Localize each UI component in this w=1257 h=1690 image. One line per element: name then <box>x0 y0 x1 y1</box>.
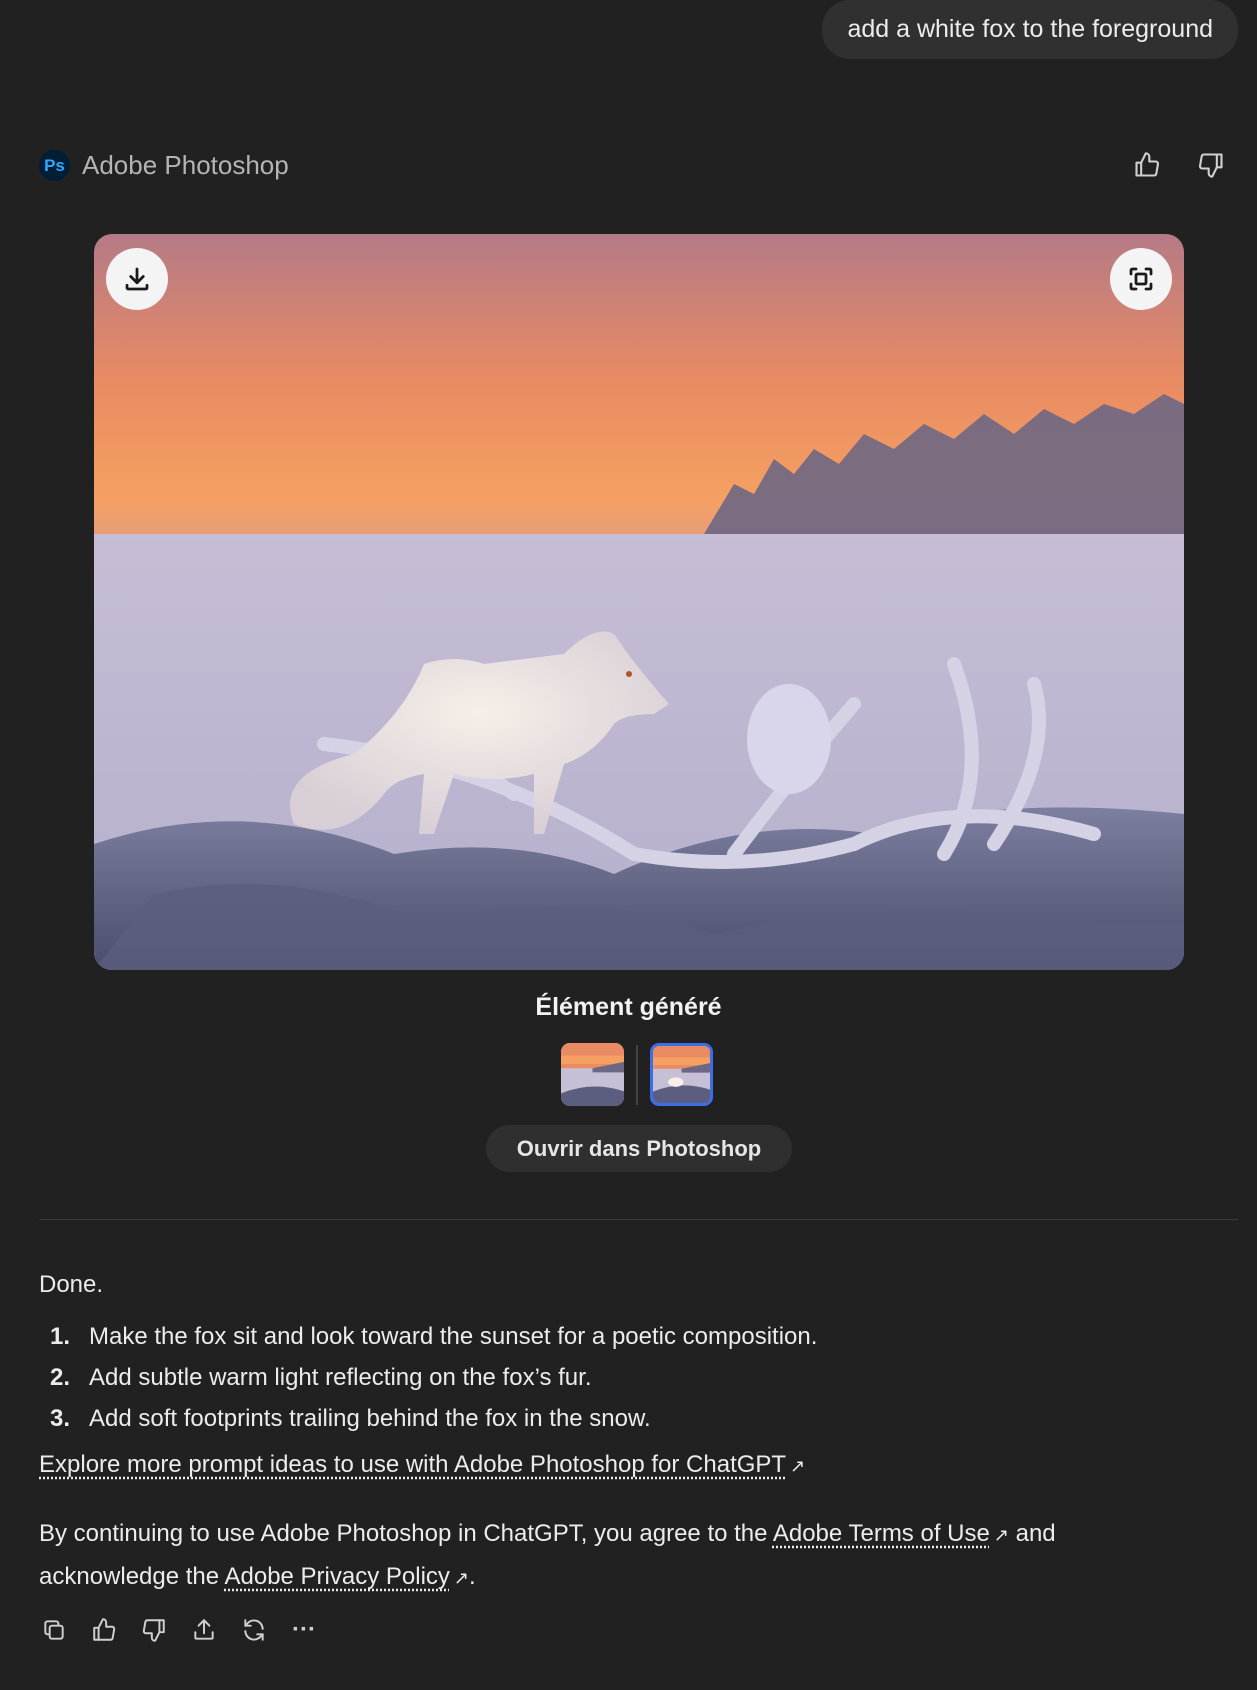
external-link-icon: ↗ <box>790 1456 806 1476</box>
fox-sunset-image <box>94 234 1184 970</box>
terms-of-use-link[interactable]: Adobe Terms of Use <box>773 1520 990 1547</box>
photoshop-logo-icon: Ps <box>39 150 70 181</box>
external-link-icon: ↗ <box>993 1525 1009 1545</box>
explore-prompts-link[interactable]: Explore more prompt ideas to use with Ad… <box>39 1451 786 1478</box>
thumbnail-original[interactable] <box>561 1043 624 1106</box>
chat-page: add a white fox to the foreground Ps Ado… <box>0 0 1257 1690</box>
copy-icon[interactable] <box>36 1612 72 1648</box>
thumbnail-divider <box>636 1044 638 1105</box>
list-item: 1. Make the fox sit and look toward the … <box>50 1322 818 1350</box>
generated-image[interactable] <box>94 234 1184 970</box>
list-item: 3. Add soft footprints trailing behind t… <box>50 1404 651 1432</box>
response-intro: Done. <box>39 1271 104 1298</box>
list-item: 2. Add subtle warm light reflecting on t… <box>50 1363 592 1391</box>
legal-notice: By continuing to use Adobe Photoshop in … <box>39 1520 1056 1590</box>
user-message-text: add a white fox to the foreground <box>847 15 1213 43</box>
more-icon[interactable]: ··· <box>286 1612 322 1648</box>
thumbnail-strip <box>561 1043 713 1106</box>
message-action-bar: ··· <box>36 1612 322 1648</box>
thumbs-down-icon[interactable] <box>1193 147 1229 183</box>
app-feedback <box>1129 147 1229 183</box>
thumbnail-generated[interactable] <box>650 1043 713 1106</box>
expand-icon[interactable] <box>1110 248 1172 310</box>
privacy-policy-link[interactable]: Adobe Privacy Policy <box>224 1563 449 1590</box>
thumbs-up-icon[interactable] <box>1129 147 1165 183</box>
explore-prompts: Explore more prompt ideas to use with Ad… <box>39 1451 805 1479</box>
regenerate-icon[interactable] <box>236 1612 272 1648</box>
suggestion-list: 1. Make the fox sit and look toward the … <box>50 1316 817 1439</box>
generated-element-title: Élément généré <box>535 993 722 1021</box>
app-header: Ps Adobe Photoshop <box>39 150 289 181</box>
separator <box>39 1219 1238 1220</box>
thumbs-down-icon[interactable] <box>136 1612 172 1648</box>
user-message-bubble: add a white fox to the foreground <box>822 0 1238 59</box>
external-link-icon: ↗ <box>453 1568 470 1588</box>
download-icon[interactable] <box>106 248 168 310</box>
thumbs-up-icon[interactable] <box>86 1612 122 1648</box>
open-in-photoshop-button[interactable]: Ouvrir dans Photoshop <box>486 1125 792 1172</box>
share-icon[interactable] <box>186 1612 222 1648</box>
app-name: Adobe Photoshop <box>82 150 289 180</box>
